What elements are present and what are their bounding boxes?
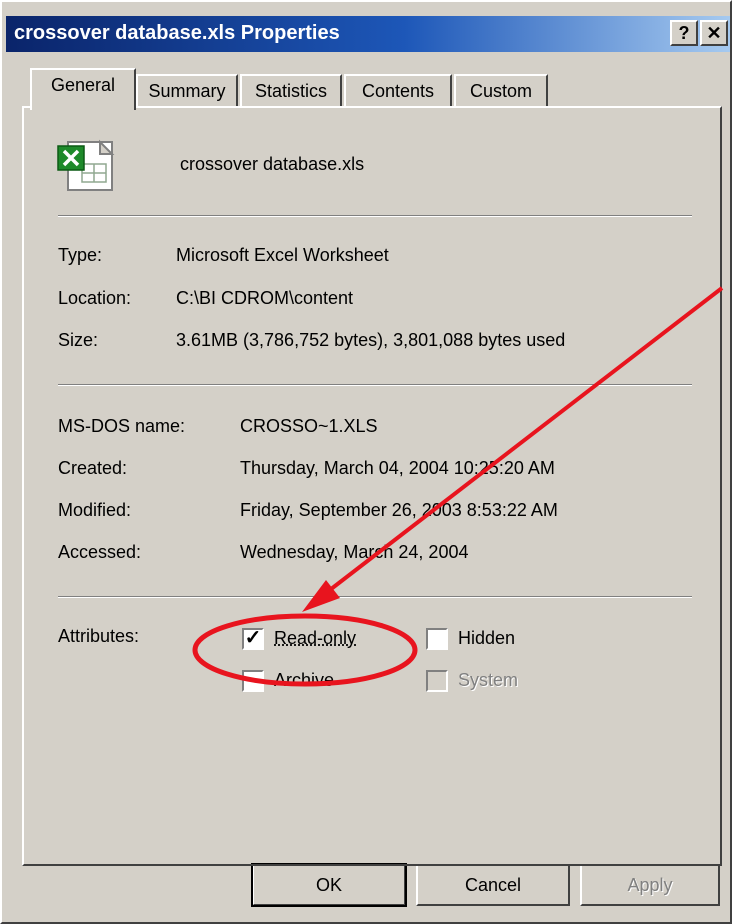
- tab-contents[interactable]: Contents: [344, 74, 452, 108]
- tab-statistics[interactable]: Statistics: [240, 74, 342, 108]
- readonly-label[interactable]: Read-only: [274, 628, 356, 649]
- accessed-value: Wednesday, March 24, 2004: [240, 542, 469, 562]
- archive-label[interactable]: Archive: [274, 670, 334, 691]
- location-value: C:\BI CDROM\content: [176, 288, 354, 308]
- readonly-checkbox[interactable]: ✓: [242, 628, 264, 650]
- size-value: 3.61MB (3,786,752 bytes), 3,801,088 byte…: [176, 330, 566, 350]
- properties-dialog: crossover database.xls Properties ? ✕ Ge…: [0, 0, 732, 924]
- type-value: Microsoft Excel Worksheet: [176, 245, 389, 265]
- tab-custom[interactable]: Custom: [454, 74, 548, 108]
- created-label: Created:: [58, 458, 128, 478]
- help-button[interactable]: ?: [670, 20, 698, 46]
- archive-checkbox[interactable]: [242, 670, 264, 692]
- msdos-name-value: CROSSO~1.XLS: [240, 416, 378, 436]
- system-label: System: [458, 670, 519, 690]
- separator: [58, 215, 692, 217]
- type-label: Type:: [58, 245, 103, 265]
- tab-summary[interactable]: Summary: [136, 74, 238, 108]
- msdos-name-label: MS-DOS name:: [58, 416, 186, 436]
- hidden-checkbox[interactable]: [426, 628, 448, 650]
- separator: [58, 384, 692, 386]
- title-bar[interactable]: crossover database.xls Properties ? ✕: [6, 16, 730, 52]
- ok-button[interactable]: OK: [251, 863, 407, 907]
- general-panel: [22, 106, 722, 866]
- modified-value: Friday, September 26, 2003 8:53:22 AM: [240, 500, 558, 520]
- cancel-button[interactable]: Cancel: [416, 864, 570, 906]
- hidden-label[interactable]: Hidden: [458, 628, 515, 649]
- size-label: Size:: [58, 330, 99, 350]
- accessed-label: Accessed:: [58, 542, 142, 562]
- system-checkbox: [426, 670, 448, 692]
- window-title: crossover database.xls Properties: [14, 22, 340, 44]
- location-label: Location:: [58, 288, 132, 308]
- modified-label: Modified:: [58, 500, 132, 520]
- excel-file-icon: [57, 139, 115, 191]
- file-name: crossover database.xls: [180, 154, 365, 174]
- apply-button: Apply: [580, 864, 720, 906]
- attributes-label: Attributes:: [58, 626, 140, 646]
- close-button[interactable]: ✕: [700, 20, 728, 46]
- separator: [58, 596, 692, 598]
- created-value: Thursday, March 04, 2004 10:25:20 AM: [240, 458, 555, 478]
- tab-general[interactable]: General: [30, 68, 136, 110]
